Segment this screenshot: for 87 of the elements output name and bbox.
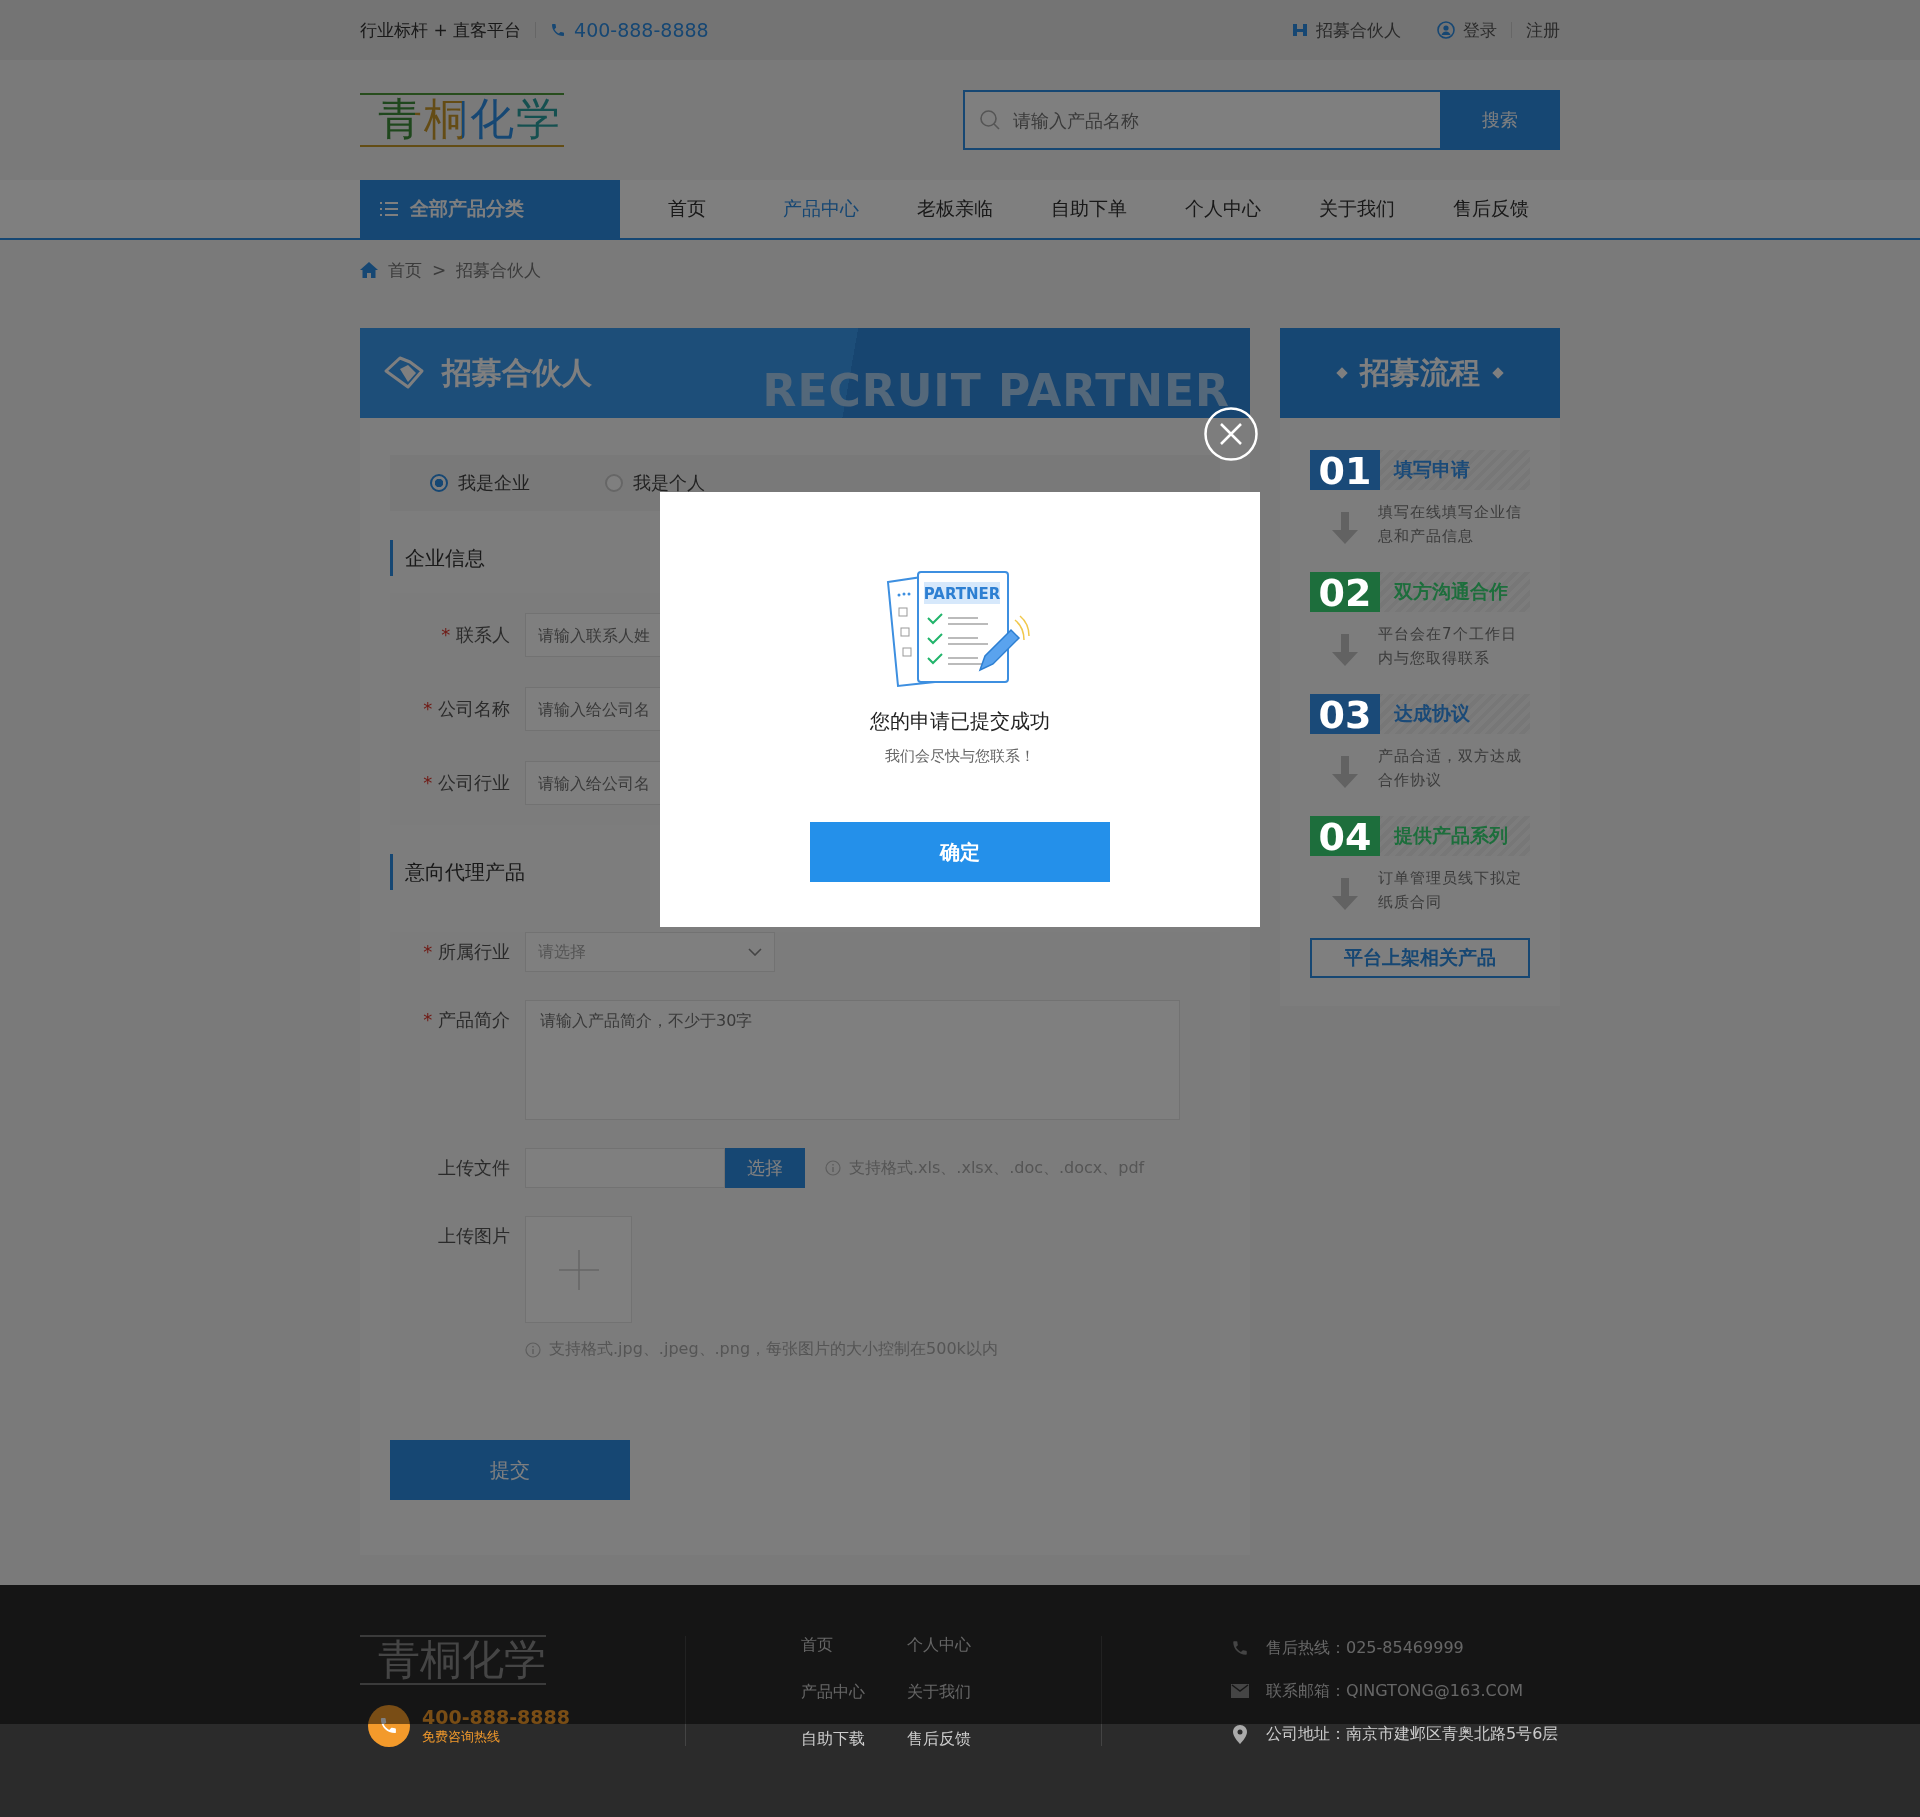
location-pin-icon: [1230, 1724, 1250, 1744]
required-mark: *: [423, 1009, 433, 1030]
search-icon: [979, 109, 1001, 131]
phone-icon: [1230, 1639, 1250, 1657]
step-number: 04: [1310, 816, 1380, 856]
step-number: 01: [1310, 450, 1380, 490]
list-products-button[interactable]: 平台上架相关产品: [1310, 938, 1530, 978]
step-title: 填写申请: [1394, 457, 1470, 482]
user-icon: [1437, 21, 1455, 39]
nav-link[interactable]: 自助下单: [1022, 180, 1156, 238]
step-description: 平台会在7个工作日内与您取得联系: [1378, 624, 1518, 669]
arrow-down-icon: [1332, 878, 1358, 910]
footer-link[interactable]: 首页: [801, 1632, 907, 1656]
info-icon: [825, 1160, 841, 1176]
field-label: 公司行业: [438, 772, 510, 793]
breadcrumb-separator: >: [432, 260, 447, 280]
close-button[interactable]: [1204, 407, 1258, 461]
field-label: 产品简介: [438, 1009, 510, 1030]
nav-link[interactable]: 个人中心: [1156, 180, 1290, 238]
process-title: 招募流程: [1360, 353, 1480, 392]
step-number: 03: [1310, 694, 1380, 734]
field-label: 公司名称: [438, 698, 510, 719]
required-mark: *: [423, 772, 433, 793]
home-icon: [360, 262, 378, 278]
step-title: 双方沟通合作: [1394, 579, 1508, 604]
step-description: 产品合适，双方达成合作协议: [1378, 746, 1523, 791]
footer-link[interactable]: 个人中心: [907, 1632, 1007, 1656]
footer-link[interactable]: 自助下载: [801, 1726, 907, 1750]
breadcrumb-link[interactable]: 首页: [388, 258, 422, 282]
logo[interactable]: 青桐化学: [360, 92, 564, 148]
required-mark: *: [423, 941, 433, 962]
search-field[interactable]: 请输入产品名称: [963, 90, 1440, 150]
footer-link[interactable]: 产品中心: [801, 1679, 907, 1703]
choose-button[interactable]: 选择: [725, 1148, 805, 1188]
chevron-down-icon: [748, 948, 762, 956]
field-label: 所属行业: [438, 941, 510, 962]
required-mark: *: [441, 624, 451, 645]
nav-link[interactable]: 老板亲临: [888, 180, 1022, 238]
hotline-caption: 免费咨询热线: [422, 1728, 501, 1747]
menu-icon: [380, 201, 398, 217]
arrow-down-icon: [1332, 512, 1358, 544]
illustration-label: PARTNER: [923, 585, 1001, 603]
step-description: 填写在线填写企业信息和产品信息: [1378, 502, 1523, 547]
phone-icon: [368, 1705, 410, 1748]
file-input[interactable]: [525, 1148, 725, 1188]
nav-link[interactable]: 产品中心: [754, 180, 888, 238]
phone-icon: [550, 22, 567, 38]
form-title: 招募合伙人: [442, 353, 592, 392]
field-label: 上传图片: [438, 1225, 510, 1246]
footer-link[interactable]: 关于我们: [907, 1679, 1007, 1703]
breadcrumb-link[interactable]: 招募合伙人: [456, 258, 542, 282]
slogan: 行业标杆 + 直客平台: [360, 18, 522, 42]
image-upload-box[interactable]: [525, 1216, 632, 1323]
type-radio[interactable]: 我是个人: [605, 471, 705, 495]
step-title: 达成协议: [1394, 701, 1470, 726]
arrow-down-icon: [1332, 756, 1358, 788]
partner-link[interactable]: 招募合伙人: [1316, 18, 1401, 42]
field-label: 联系人: [456, 624, 510, 645]
search-button[interactable]: 搜索: [1440, 90, 1560, 150]
submit-button[interactable]: 提交: [390, 1440, 630, 1500]
nav-link[interactable]: 售后反馈: [1424, 180, 1558, 238]
dialog-message: 我们会尽快与您联系！: [885, 747, 1035, 766]
step-number: 02: [1310, 572, 1380, 612]
plus-icon: [558, 1249, 599, 1290]
step-title: 提供产品系列: [1394, 823, 1508, 848]
login-link[interactable]: 登录: [1463, 18, 1497, 42]
confirm-button[interactable]: 确定: [810, 822, 1110, 882]
nav-link[interactable]: 关于我们: [1290, 180, 1424, 238]
info-icon: [525, 1341, 541, 1358]
watermark-text: RECRUIT PARTNER: [762, 365, 1230, 416]
register-link[interactable]: 注册: [1526, 18, 1560, 42]
dialog-title: 您的申请已提交成功: [870, 708, 1050, 735]
nav-link[interactable]: 首页: [620, 180, 754, 238]
step-description: 订单管理员线下拟定纸质合同: [1378, 868, 1523, 913]
field-label: 上传文件: [438, 1157, 510, 1178]
arrow-down-icon: [1332, 634, 1358, 666]
footer-hotline: 400-888-8888: [422, 1706, 570, 1729]
description-textarea[interactable]: 请输入产品简介，不少于30字: [525, 1000, 1180, 1120]
footer-link[interactable]: 售后反馈: [907, 1726, 1007, 1750]
required-mark: *: [423, 698, 433, 719]
type-radio[interactable]: 我是企业: [430, 471, 530, 495]
hotline-number: 400-888-8888: [574, 19, 709, 41]
contact-text: 公司地址：南京市建邺区青奥北路5号6层: [1266, 1723, 1559, 1745]
category-menu-button[interactable]: 全部产品分类: [360, 180, 620, 238]
mail-icon: [1230, 1684, 1250, 1698]
contact-text: 售后热线：025-85469999: [1266, 1637, 1464, 1659]
contact-text: 联系邮箱：QINGTONG@163.COM: [1266, 1680, 1524, 1702]
